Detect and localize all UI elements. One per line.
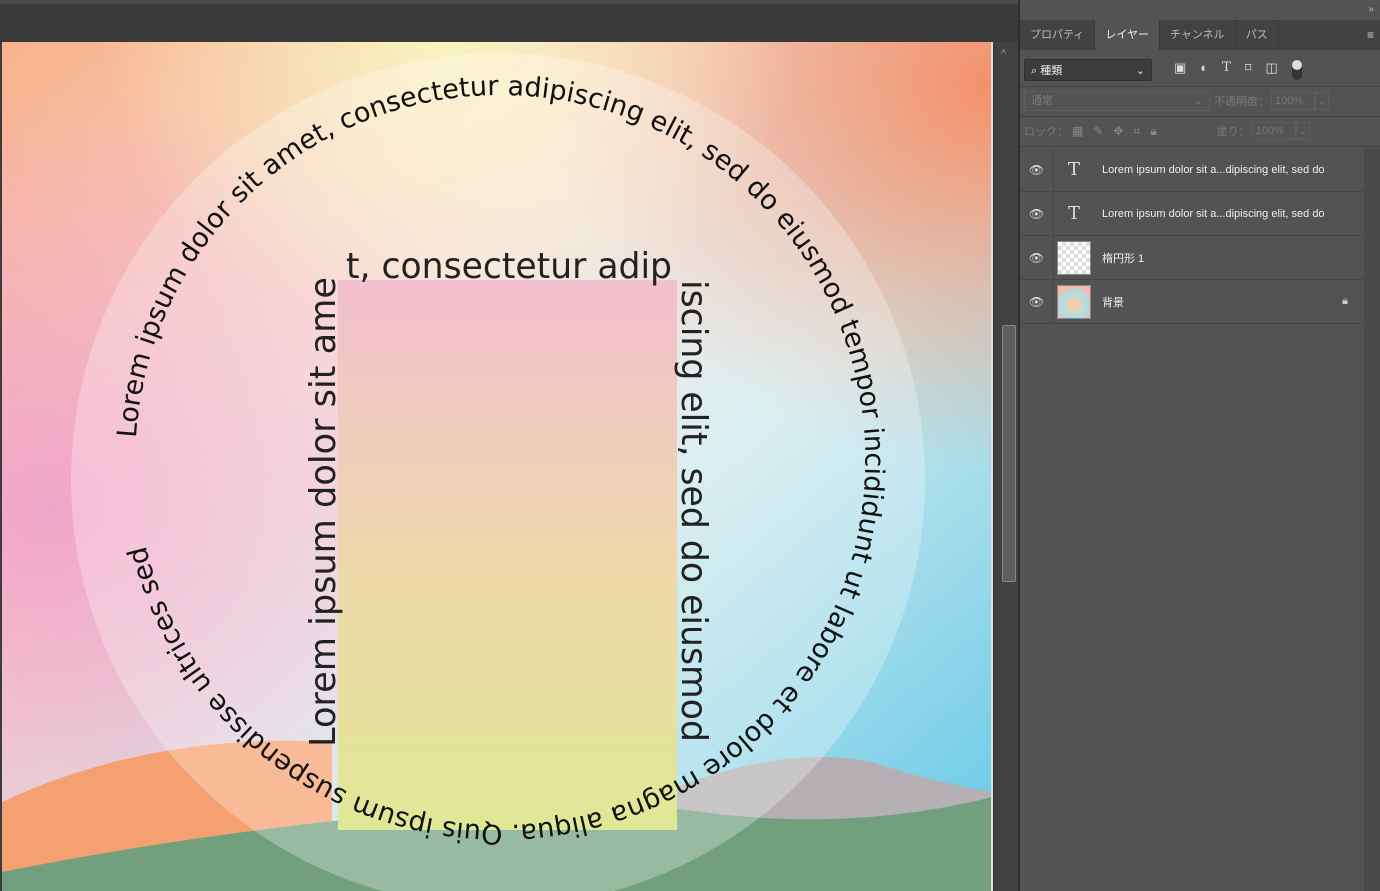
layer-name: 楕円形 1: [1102, 252, 1145, 265]
lock-all-icon[interactable]: 🔒︎: [1150, 124, 1156, 139]
visibility-eye-icon[interactable]: 👁︎: [1020, 279, 1054, 324]
layers-panel: » プロパティ レイヤー チャンネル パス ≡ ⌕ 種類 ⌄ ▣ ◐ T ⌑ ◫ …: [1018, 0, 1380, 891]
rectangle-shape: [338, 280, 677, 830]
shape-layer-filter-icon[interactable]: ⌑: [1245, 60, 1252, 80]
layer-row[interactable]: 👁︎ 楕円形 1: [1020, 235, 1364, 280]
visibility-eye-icon[interactable]: 👁︎: [1020, 147, 1054, 192]
rect-right-text: iscing elit, sed do eiusmod: [673, 280, 714, 742]
layers-scrollbar[interactable]: [1364, 148, 1380, 891]
background-layer-thumbnail: [1057, 284, 1091, 319]
type-layer-filter-icon[interactable]: T: [1222, 60, 1231, 80]
filter-toggle[interactable]: [1291, 60, 1302, 80]
rect-top-text: t, consectetur adip: [346, 246, 672, 287]
lock-paint-brush-icon[interactable]: ✎: [1093, 124, 1103, 139]
pixel-layer-filter-icon[interactable]: ▣: [1174, 60, 1186, 80]
blend-mode-label: 通常: [1031, 95, 1053, 107]
layers-list: 👁︎ T Lorem ipsum dolor sit a...dipiscing…: [1020, 147, 1364, 324]
layer-row[interactable]: 👁︎ 背景 🔒︎: [1020, 279, 1364, 324]
text-layer-icon: T: [1067, 203, 1080, 224]
tab-layers[interactable]: レイヤー: [1095, 20, 1161, 50]
layer-name: Lorem ipsum dolor sit a...dipiscing elit…: [1102, 207, 1325, 220]
filter-kind-select[interactable]: ⌕ 種類 ⌄: [1024, 59, 1152, 81]
search-icon: ⌕: [1031, 65, 1038, 77]
chevron-down-icon: ⌄: [1135, 64, 1145, 77]
tab-properties[interactable]: プロパティ: [1020, 20, 1096, 50]
layer-name: Lorem ipsum dolor sit a...dipiscing elit…: [1102, 163, 1325, 176]
tab-paths[interactable]: パス: [1236, 20, 1279, 50]
artwork: Lorem ipsum dolor sit amet, consectetur …: [2, 42, 991, 891]
filter-kind-label: 種類: [1040, 65, 1063, 77]
fill-input[interactable]: 100%: [1251, 122, 1296, 140]
adjustment-layer-filter-icon[interactable]: ◐: [1200, 60, 1208, 80]
smart-object-filter-icon[interactable]: ◫: [1266, 60, 1278, 80]
layer-lock-icon[interactable]: 🔒︎: [1342, 295, 1348, 308]
document-canvas[interactable]: Lorem ipsum dolor sit amet, consectetur …: [2, 42, 993, 891]
fill-dropdown[interactable]: ⌄: [1295, 122, 1310, 140]
visibility-eye-icon[interactable]: 👁︎: [1020, 235, 1054, 280]
opacity-label: 不透明度：: [1214, 96, 1269, 108]
lock-transparent-icon[interactable]: ▦: [1072, 124, 1083, 139]
collapse-panel-icon[interactable]: »: [1368, 4, 1374, 15]
lock-position-move-icon[interactable]: ✥: [1113, 124, 1123, 139]
visibility-eye-icon[interactable]: 👁︎: [1020, 191, 1054, 236]
lock-label: ロック：: [1024, 126, 1068, 138]
scrollbar-thumb[interactable]: [1002, 325, 1016, 582]
panel-menu-icon[interactable]: ≡: [1367, 28, 1374, 42]
fill-label: 塗り：: [1216, 126, 1250, 138]
layer-name: 背景: [1102, 296, 1124, 309]
rect-left-text: Lorem ipsum dolor sit ame: [303, 277, 344, 747]
canvas-vertical-scrollbar[interactable]: ^: [995, 42, 1018, 891]
lock-artboard-icon[interactable]: ⌗: [1133, 124, 1140, 139]
opacity-input[interactable]: 100%: [1271, 92, 1315, 110]
blend-mode-select[interactable]: 通常 ⌄: [1024, 91, 1210, 111]
text-layer-icon: T: [1067, 159, 1080, 180]
scroll-up-icon[interactable]: ^: [1001, 48, 1006, 60]
shape-layer-thumbnail: [1057, 240, 1091, 275]
layer-row[interactable]: 👁︎ T Lorem ipsum dolor sit a...dipiscing…: [1020, 191, 1364, 236]
document-tab-bar: [0, 0, 1018, 42]
opacity-dropdown[interactable]: ⌄: [1315, 92, 1329, 110]
tab-channels[interactable]: チャンネル: [1160, 20, 1236, 50]
panel-tabs: プロパティ レイヤー チャンネル パス: [1020, 20, 1380, 50]
layer-row[interactable]: 👁︎ T Lorem ipsum dolor sit a...dipiscing…: [1020, 147, 1364, 192]
